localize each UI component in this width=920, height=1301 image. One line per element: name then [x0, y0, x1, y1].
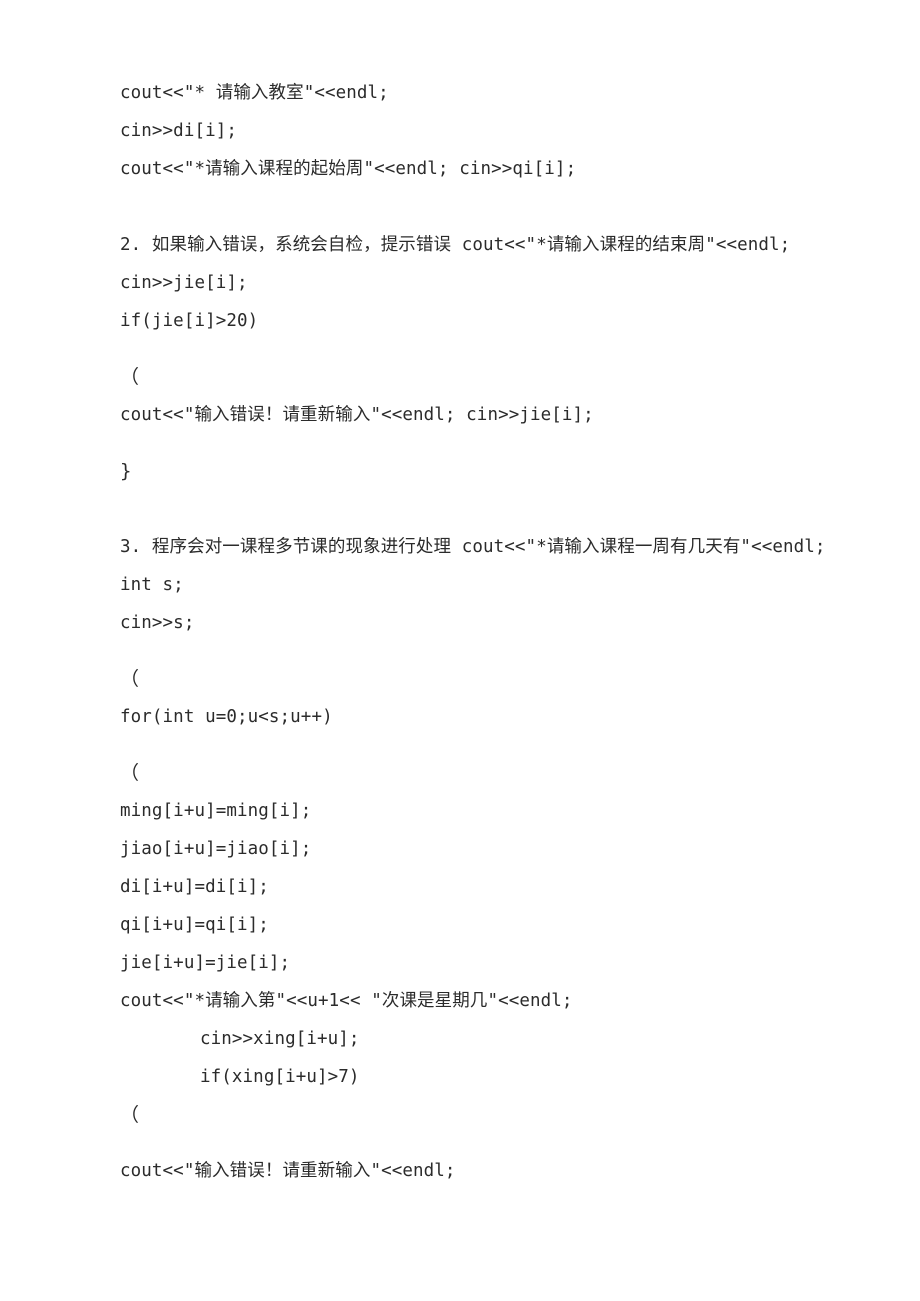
code-line: cout<<"* 请输入教室"<<endl; — [120, 83, 389, 103]
code-line-open-brace: （ — [120, 1104, 140, 1126]
code-line-open-brace: （ — [120, 366, 140, 388]
numbered-item-3: 3. 程序会对一课程多节课的现象进行处理 cout<<"*请输入课程一周有几天有… — [120, 537, 826, 557]
code-line: di[i+u]=di[i]; — [120, 877, 269, 897]
code-line: cin>>s; — [120, 613, 195, 633]
code-line-open-brace: （ — [120, 668, 140, 690]
code-line: ming[i+u]=ming[i]; — [120, 801, 312, 821]
code-line: cout<<"输入错误！请重新输入"<<endl; cin>>jie[i]; — [120, 405, 594, 425]
code-line: cout<<"*请输入课程的起始周"<<endl; cin>>qi[i]; — [120, 159, 577, 179]
numbered-item-2: 2. 如果输入错误，系统会自检，提示错误 cout<<"*请输入课程的结束周"<… — [120, 235, 791, 255]
code-line: cin>>jie[i]; — [120, 273, 248, 293]
document-text-body: cout<<"* 请输入教室"<<endl; cin>>di[i]; cout<… — [120, 74, 910, 1190]
code-line: for(int u=0;u<s;u++) — [120, 707, 333, 727]
code-line: if(jie[i]>20) — [120, 311, 259, 331]
code-line-close-brace: } — [120, 460, 132, 482]
code-line-open-brace: （ — [120, 762, 140, 784]
code-line: cin>>xing[i+u]; — [200, 1029, 360, 1049]
code-line: cout<<"输入错误！请重新输入"<<endl; — [120, 1161, 456, 1181]
code-line: jiao[i+u]=jiao[i]; — [120, 839, 312, 859]
code-line: int s; — [120, 575, 184, 595]
code-line: if(xing[i+u]>7) — [200, 1067, 360, 1087]
code-line: qi[i+u]=qi[i]; — [120, 915, 269, 935]
code-line: jie[i+u]=jie[i]; — [120, 953, 291, 973]
document-page: cout<<"* 请输入教室"<<endl; cin>>di[i]; cout<… — [0, 0, 920, 1301]
code-line: cout<<"*请输入第"<<u+1<< "次课是星期几"<<endl; — [120, 991, 573, 1011]
code-line: cin>>di[i]; — [120, 121, 237, 141]
